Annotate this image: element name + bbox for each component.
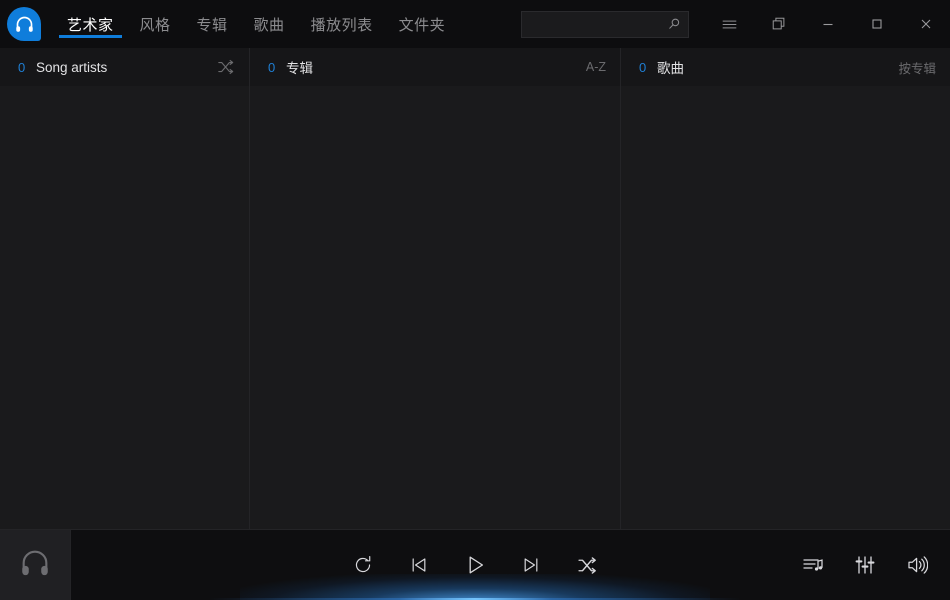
title-bar: 艺术家 风格 专辑 歌曲 播放列表 文件夹 bbox=[0, 0, 950, 48]
search-box[interactable] bbox=[521, 10, 689, 38]
tab-artists-label: 艺术家 bbox=[67, 16, 114, 34]
app-logo[interactable] bbox=[0, 0, 48, 48]
artists-count: 0 bbox=[18, 59, 26, 75]
songs-count: 0 bbox=[639, 59, 647, 75]
songs-title: 歌曲 bbox=[657, 61, 684, 76]
library-columns: 0 Song artists 0 专辑 A-Z 0 歌曲 按专辑 bbox=[0, 48, 950, 529]
tab-artists[interactable]: 艺术家 bbox=[54, 0, 127, 48]
repeat-button[interactable] bbox=[346, 548, 380, 582]
minimize-button[interactable] bbox=[803, 0, 852, 48]
column-songs: 0 歌曲 按专辑 bbox=[621, 48, 950, 529]
column-albums: 0 专辑 A-Z bbox=[250, 48, 621, 529]
artists-shuffle-icon[interactable] bbox=[217, 58, 235, 76]
tab-playlists-label: 播放列表 bbox=[310, 16, 373, 34]
window-controls bbox=[705, 0, 950, 48]
column-albums-header: 0 专辑 A-Z bbox=[250, 48, 620, 86]
shuffle-button[interactable] bbox=[570, 548, 604, 582]
close-button[interactable] bbox=[901, 0, 950, 48]
headphones-logo-icon bbox=[7, 7, 41, 41]
tab-albums-label: 专辑 bbox=[196, 16, 228, 34]
player-right-controls bbox=[796, 530, 934, 600]
volume-button[interactable] bbox=[900, 548, 934, 582]
tab-playlists[interactable]: 播放列表 bbox=[298, 0, 386, 48]
tab-genres[interactable]: 风格 bbox=[127, 0, 184, 48]
column-songs-header: 0 歌曲 按专辑 bbox=[621, 48, 950, 86]
music-player-window: 艺术家 风格 专辑 歌曲 播放列表 文件夹 0 Song artists 0 专… bbox=[0, 0, 950, 600]
artists-list[interactable] bbox=[0, 86, 249, 529]
tab-songs-label: 歌曲 bbox=[253, 16, 285, 34]
menu-button[interactable] bbox=[705, 0, 754, 48]
maximize-button[interactable] bbox=[852, 0, 901, 48]
tab-folders[interactable]: 文件夹 bbox=[386, 0, 459, 48]
songs-sort-button[interactable]: 按专辑 bbox=[898, 58, 936, 77]
tab-albums[interactable]: 专辑 bbox=[184, 0, 241, 48]
column-artists: 0 Song artists bbox=[0, 48, 250, 529]
tab-folders-label: 文件夹 bbox=[398, 16, 446, 34]
previous-button[interactable] bbox=[402, 548, 436, 582]
main-nav: 艺术家 风格 专辑 歌曲 播放列表 文件夹 bbox=[54, 0, 458, 48]
column-artists-header: 0 Song artists bbox=[0, 48, 249, 86]
albums-title: 专辑 bbox=[286, 61, 313, 76]
play-button[interactable] bbox=[458, 548, 492, 582]
tab-songs[interactable]: 歌曲 bbox=[241, 0, 298, 48]
songs-list[interactable] bbox=[621, 86, 950, 529]
mini-player-button[interactable] bbox=[754, 0, 803, 48]
queue-button[interactable] bbox=[796, 548, 830, 582]
search-input[interactable] bbox=[522, 11, 688, 37]
albums-count: 0 bbox=[268, 59, 276, 75]
equalizer-button[interactable] bbox=[848, 548, 882, 582]
next-button[interactable] bbox=[514, 548, 548, 582]
albums-sort-button[interactable]: A-Z bbox=[586, 60, 606, 74]
albums-list[interactable] bbox=[250, 86, 620, 529]
player-bar bbox=[0, 529, 950, 600]
headphones-icon bbox=[18, 546, 52, 585]
artists-title: Song artists bbox=[36, 59, 108, 75]
album-art[interactable] bbox=[0, 530, 71, 600]
tab-genres-label: 风格 bbox=[139, 16, 171, 34]
search-icon[interactable] bbox=[666, 16, 682, 32]
